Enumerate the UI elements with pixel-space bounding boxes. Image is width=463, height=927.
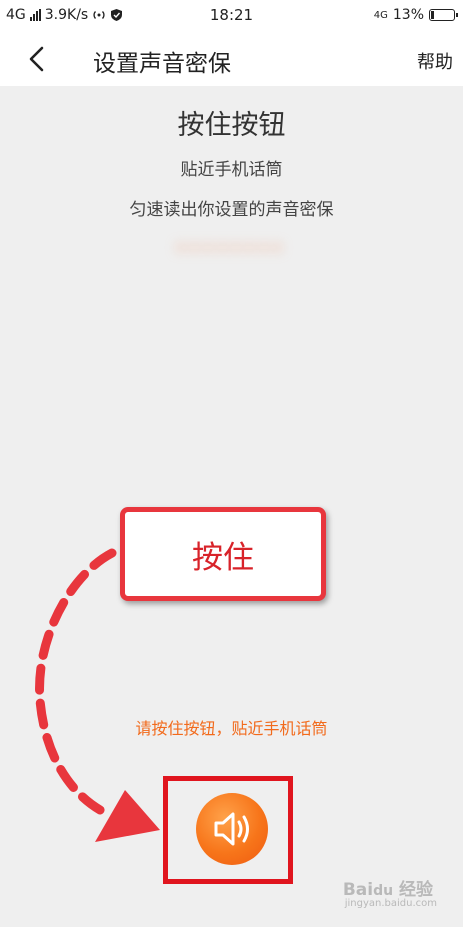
- network-type-right: 4G: [373, 9, 388, 21]
- press-annotation-text: 按住: [192, 539, 254, 576]
- battery-percent: 13%: [392, 7, 424, 23]
- help-button[interactable]: 帮助: [417, 48, 453, 74]
- watermark-logo: Baidu 经验: [342, 880, 433, 900]
- chevron-left-icon[interactable]: [22, 44, 52, 74]
- status-right: 4G 13%: [373, 7, 458, 23]
- main-title: 按住按钮: [177, 110, 286, 141]
- page-title: 设置声音密保: [93, 51, 231, 77]
- nav-bar: 设置声音密保 帮助: [0, 32, 463, 86]
- speaker-icon: [214, 812, 249, 846]
- battery-level: [431, 11, 435, 19]
- battery-icon: [429, 9, 458, 21]
- watermark-url: jingyan.baidu.com: [344, 898, 437, 909]
- secret-phrase: ••••••••: [174, 236, 286, 260]
- instruction-text-2: 匀速读出你设置的声音密保: [129, 200, 334, 220]
- arrowhead: [95, 790, 160, 842]
- press-annotation-box: 按住: [120, 507, 326, 601]
- status-bar: 4G 3.9K/s 18:21 4G 13%: [0, 0, 463, 32]
- hint-text: 请按住按钮，贴近手机话筒: [135, 719, 328, 738]
- instruction-text-1: 贴近手机话筒: [180, 160, 283, 180]
- record-voice-button[interactable]: [196, 793, 268, 865]
